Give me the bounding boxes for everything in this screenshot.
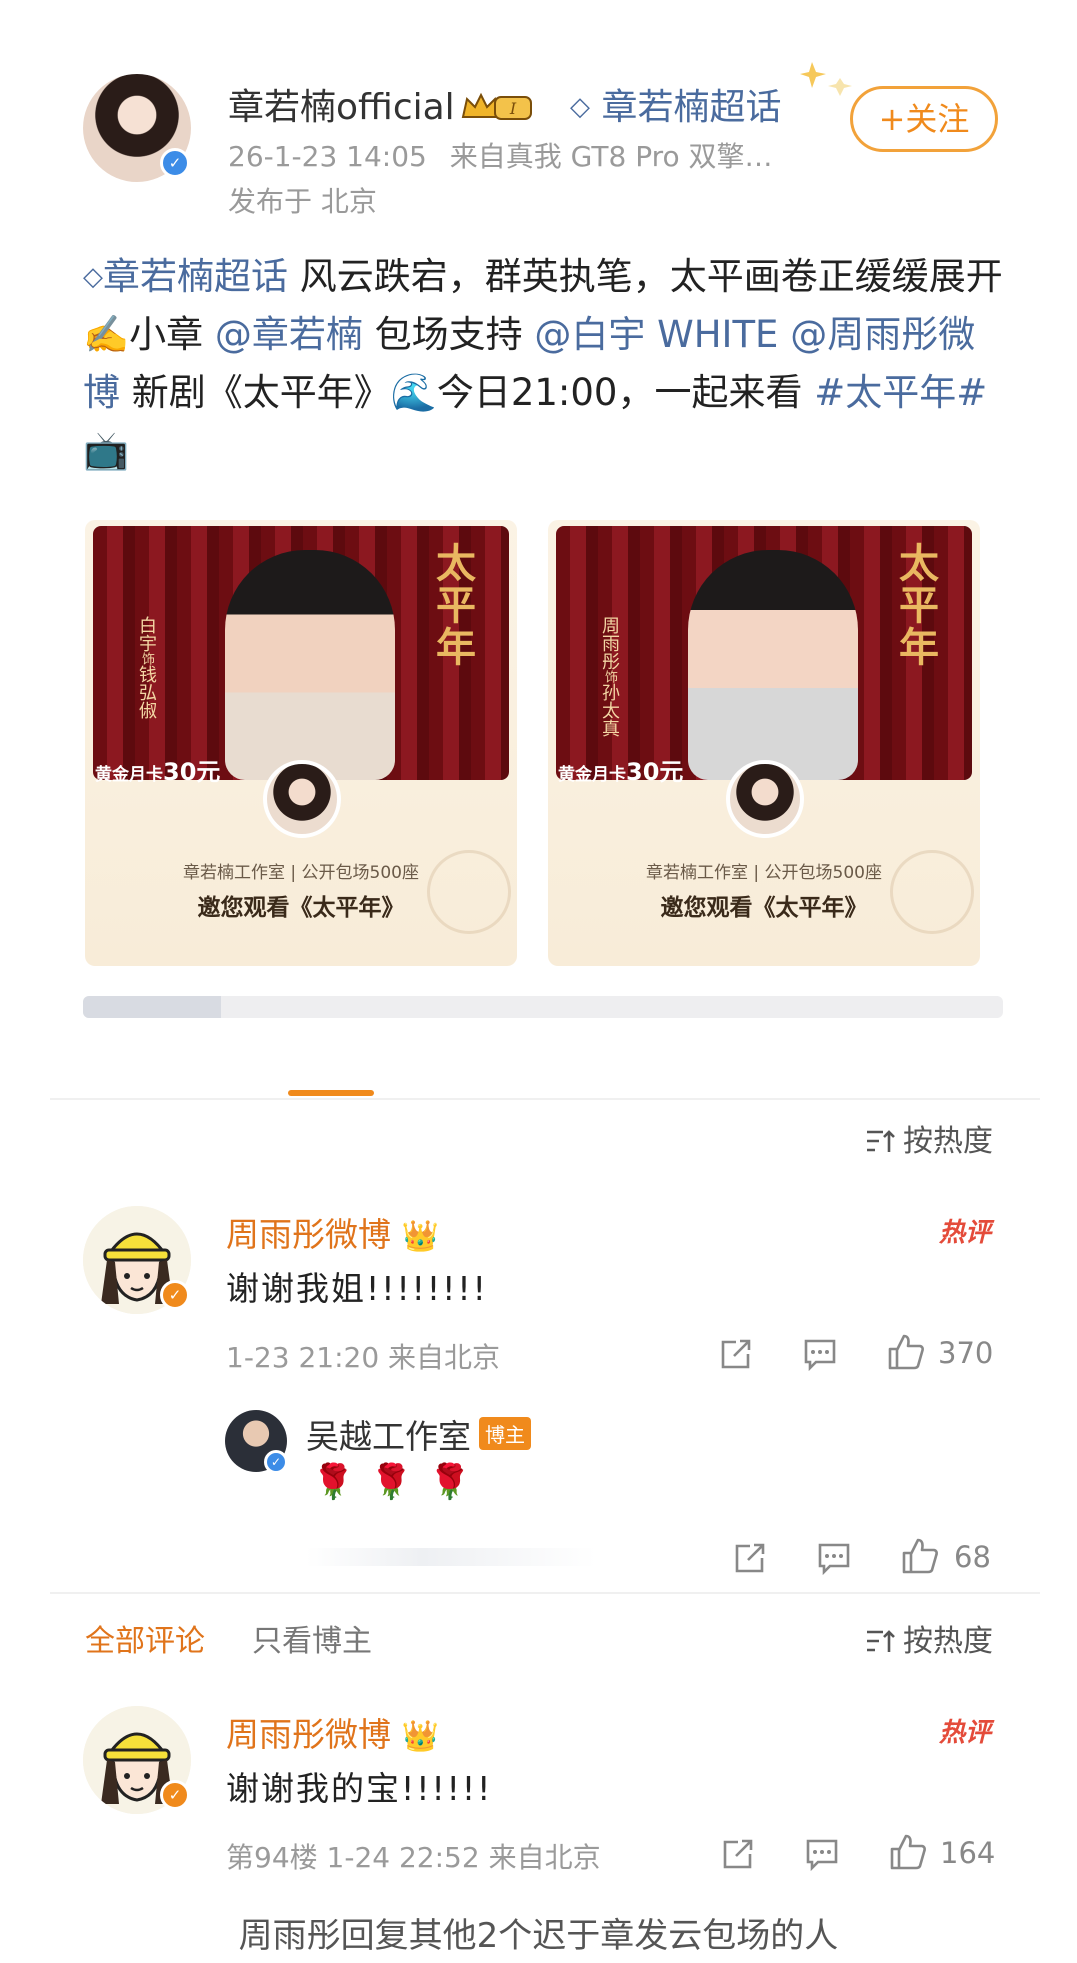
verified-icon: ✓ [264, 1450, 288, 1474]
poster-avatar [263, 760, 341, 838]
cast-role-mark: 饰 [139, 652, 154, 665]
sort-label: 按热度 [903, 1624, 993, 1659]
verified-icon: ✓ [160, 1780, 190, 1810]
cast-actor: 白宇 [136, 616, 157, 652]
poster-avatar [726, 760, 804, 838]
poster-title: 太平年 [892, 542, 939, 668]
like-count: 68 [954, 1540, 991, 1574]
price-prefix: 黄金月卡 [558, 765, 626, 785]
commenter-name[interactable]: 周雨彤微博 👑 [226, 1208, 439, 1256]
share-icon[interactable] [718, 1336, 754, 1372]
author-name[interactable]: 章若楠official I [228, 78, 533, 130]
like-count: 370 [938, 1336, 994, 1370]
diamond-icon: ◇ [570, 92, 590, 122]
tab-indicator [288, 1090, 374, 1096]
post-text-segment: 包场支持 [362, 313, 535, 356]
post-source: 来自真我 GT8 Pro 双擎… [449, 140, 773, 173]
post-meta: 26-1-23 14:05 来自真我 GT8 Pro 双擎… [228, 135, 773, 175]
blogger-badge: 博主 [479, 1417, 531, 1450]
price-value: 30元 [626, 758, 684, 786]
crown-level-icon: I [461, 92, 532, 120]
actress-figure [688, 550, 858, 780]
sort-label: 按热度 [903, 1124, 993, 1159]
cast-actor: 周雨彤 [599, 616, 620, 670]
poster-price: 黄金月卡30元 [558, 752, 683, 787]
poster-cast: 白宇饰钱弘俶 [133, 616, 159, 719]
post-text-segment [778, 313, 790, 356]
verified-icon: ✓ [160, 1280, 190, 1310]
reply-author-text: 吴越工作室 [306, 1417, 471, 1456]
hot-comment-badge: 热评 [938, 1218, 991, 1248]
follow-button[interactable]: +关注 [850, 86, 998, 152]
level-badge-text: I [509, 99, 517, 118]
mention-link[interactable]: @白宇 WHITE [534, 313, 778, 356]
commenter-name-text: 周雨彤微博 [226, 1215, 391, 1254]
sparkle-icon [800, 62, 852, 96]
sort-icon [867, 1130, 895, 1152]
author-name-text: 章若楠official [228, 87, 455, 128]
share-icon[interactable] [720, 1836, 756, 1872]
comment-icon[interactable] [804, 1836, 840, 1872]
sort-button[interactable]: 按热度 [865, 1116, 993, 1160]
diamond-icon: ◇ [83, 262, 103, 292]
post-text-segment: 新剧《太平年》🌊今日21:00，一起来看 [120, 371, 815, 414]
crown-icon: 👑 [401, 1719, 439, 1754]
blurred-reply-line [306, 1548, 596, 1566]
post-image[interactable]: 太平年 白宇饰钱弘俶 黄金月卡30元 章若楠工作室 | 公开包场500座 邀您观… [85, 520, 517, 966]
post-image[interactable]: 太平年 周雨彤饰孙太真 黄金月卡30元 章若楠工作室 | 公开包场500座 邀您… [548, 520, 980, 966]
poster-cast: 周雨彤饰孙太真 [596, 616, 622, 737]
watermark-stamp [427, 850, 511, 934]
watermark-stamp [890, 850, 974, 934]
divider [50, 1098, 1040, 1100]
sort-icon [867, 1630, 895, 1652]
supertopic-link[interactable]: ◇ 章若楠超话 [570, 78, 781, 130]
poster-title: 太平年 [429, 542, 476, 668]
mention-link[interactable]: @章若楠 [215, 313, 363, 356]
share-icon[interactable] [732, 1540, 768, 1576]
hashtag-link[interactable]: #太平年# [814, 371, 987, 414]
like-icon[interactable] [886, 1332, 926, 1372]
post-timestamp: 26-1-23 14:05 [228, 140, 427, 173]
post-body: ◇章若楠超话 风云跌宕，群英执笔，太平画卷正缓缓展开✍️小章 @章若楠 包场支持… [83, 248, 1003, 480]
commenter-name-text: 周雨彤微博 [226, 1715, 391, 1754]
actor-figure [225, 550, 395, 780]
commenter-name[interactable]: 周雨彤微博 👑 [226, 1708, 439, 1756]
image-strip [83, 996, 1003, 1018]
post-topic-text: 章若楠超话 [103, 255, 288, 298]
cast-role: 钱弘俶 [136, 665, 157, 719]
cast-role: 孙太真 [599, 683, 620, 737]
poster-price: 黄金月卡30元 [95, 752, 220, 787]
comment-text: 谢谢我的宝!!!!!! [226, 1769, 493, 1808]
reply-text: 🌹🌹🌹 [312, 1462, 488, 1502]
divider [50, 1592, 1040, 1594]
crown-icon: 👑 [401, 1219, 439, 1254]
like-count: 164 [940, 1836, 996, 1870]
cast-role-mark: 饰 [602, 670, 617, 683]
comment-icon[interactable] [802, 1336, 838, 1372]
comment-meta: 第94楼 1-24 22:52 来自北京 [226, 1841, 601, 1874]
reply-author[interactable]: 吴越工作室 博主 [306, 1410, 531, 1458]
post-topic-link[interactable]: ◇章若楠超话 [83, 255, 288, 298]
verified-icon: ✓ [160, 148, 190, 178]
post-text-segment: 📺 [83, 429, 130, 472]
comment-meta: 1-23 21:20 来自北京 [226, 1341, 501, 1374]
post-location: 发布于 北京 [228, 185, 377, 218]
price-value: 30元 [163, 758, 221, 786]
comment-icon[interactable] [816, 1540, 852, 1576]
comment-text: 谢谢我姐!!!!!!!! [226, 1269, 488, 1308]
price-prefix: 黄金月卡 [95, 765, 163, 785]
like-icon[interactable] [900, 1536, 940, 1576]
hot-comment-badge: 热评 [938, 1718, 991, 1748]
like-icon[interactable] [888, 1832, 928, 1872]
supertopic-label: 章若楠超话 [601, 87, 782, 128]
sort-button[interactable]: 按热度 [865, 1616, 993, 1660]
image-caption: 周雨彤回复其他2个迟于章发云包场的人 [238, 1916, 839, 1956]
tab-all-comments[interactable]: 全部评论 [85, 1616, 205, 1660]
tab-only-blogger[interactable]: 只看博主 [252, 1616, 372, 1660]
